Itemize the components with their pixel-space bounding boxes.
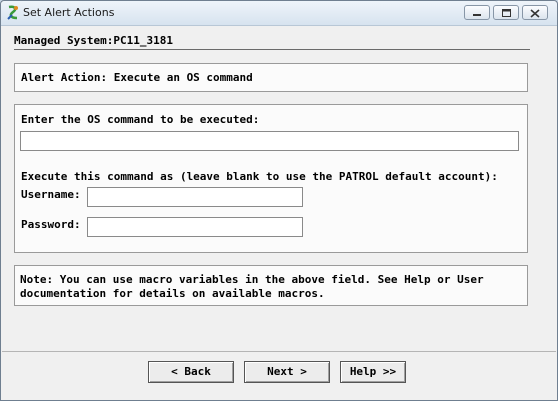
username-input[interactable] — [87, 187, 303, 207]
maximize-button[interactable] — [493, 5, 519, 20]
maximize-icon — [502, 9, 511, 17]
note-panel: Note: You can use macro variables in the… — [14, 265, 528, 306]
close-button[interactable] — [522, 5, 548, 20]
minimize-button[interactable] — [464, 5, 490, 20]
alert-action-label: Alert Action: Execute an OS command — [21, 71, 253, 84]
footer-divider — [2, 351, 556, 352]
set-alert-actions-window: Set Alert Actions Managed System:PC11_31… — [0, 0, 558, 401]
note-line-2: documentation for details on available m… — [20, 287, 325, 300]
title-bar[interactable]: Set Alert Actions — [1, 1, 557, 26]
alert-action-panel: Alert Action: Execute an OS command — [14, 63, 528, 92]
password-input[interactable] — [87, 217, 303, 237]
next-button[interactable]: Next > — [244, 361, 330, 383]
help-button[interactable]: Help >> — [340, 361, 406, 383]
close-icon — [530, 9, 540, 18]
username-label: Username: — [21, 188, 81, 201]
minimize-icon — [473, 14, 481, 16]
execute-as-label: Execute this command as (leave blank to … — [21, 170, 498, 183]
window-title: Set Alert Actions — [23, 6, 115, 19]
password-label: Password: — [21, 218, 81, 231]
command-form-panel: Enter the OS command to be executed: Exe… — [14, 104, 528, 253]
back-button[interactable]: < Back — [148, 361, 234, 383]
command-label: Enter the OS command to be executed: — [21, 113, 260, 126]
note-line-1: Note: You can use macro variables in the… — [20, 273, 484, 286]
header-divider — [14, 49, 530, 50]
os-command-input[interactable] — [20, 131, 519, 151]
app-icon — [6, 5, 20, 21]
managed-system-label: Managed System:PC11_3181 — [14, 34, 173, 47]
